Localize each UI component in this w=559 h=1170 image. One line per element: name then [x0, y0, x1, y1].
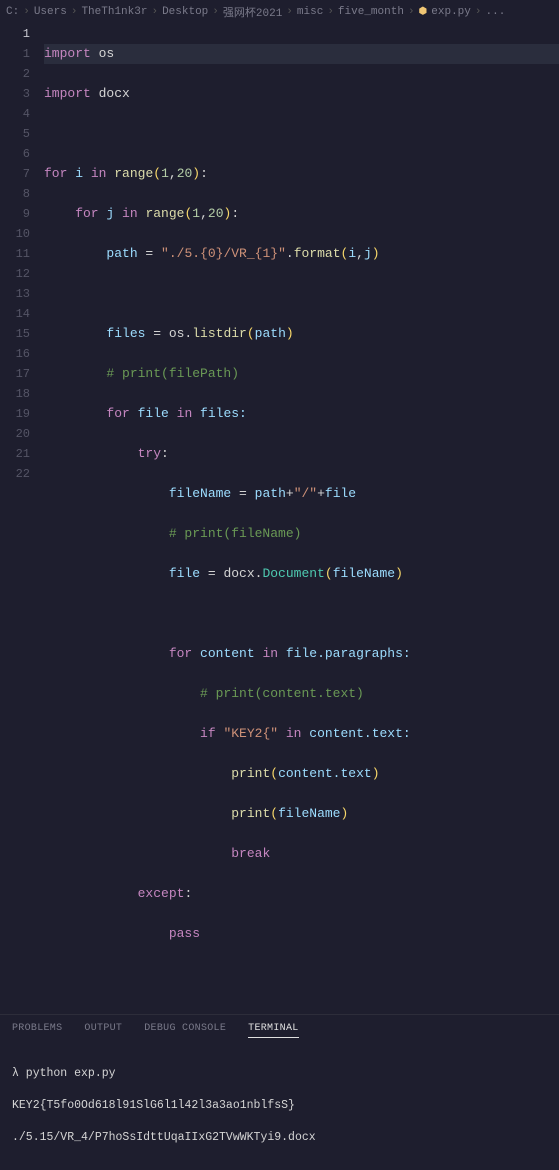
terminal-line: KEY2{T5fo0Od618l91SlG6l1l42l3a3ao1nblfsS…	[12, 1098, 547, 1114]
code-line: if "KEY2{" in content.text:	[44, 724, 559, 744]
breadcrumb-part[interactable]: misc	[297, 6, 323, 18]
line-number: 17	[0, 364, 30, 384]
chevron-right-icon: ›	[151, 6, 158, 18]
terminal-line: ./5.15/VR_4/P7hoSsIdttUqaIIxG2TVwWKTyi9.…	[12, 1130, 547, 1146]
chevron-right-icon: ›	[408, 6, 415, 18]
chevron-right-icon: ›	[23, 6, 30, 18]
code-line: fileName = path+"/"+file	[44, 484, 559, 504]
tab-terminal[interactable]: TERMINAL	[248, 1023, 298, 1038]
code-line: import docx	[44, 84, 559, 104]
code-line: # print(content.text)	[44, 684, 559, 704]
code-line: for j in range(1,20):	[44, 204, 559, 224]
line-number: 8	[0, 184, 30, 204]
chevron-right-icon: ›	[212, 6, 219, 18]
code-line: pass	[44, 924, 559, 944]
terminal-output[interactable]: λ python exp.py KEY2{T5fo0Od618l91SlG6l1…	[0, 1042, 559, 1170]
line-number: 5	[0, 124, 30, 144]
tab-output[interactable]: OUTPUT	[84, 1023, 122, 1038]
breadcrumb-trail: ...	[486, 6, 506, 18]
python-icon: ⬢	[419, 6, 428, 18]
line-number: 22	[0, 464, 30, 484]
breadcrumb-part[interactable]: five_month	[338, 6, 404, 18]
code-line: for i in range(1,20):	[44, 164, 559, 184]
breadcrumb-part[interactable]: TheTh1nk3r	[81, 6, 147, 18]
line-number: 19	[0, 404, 30, 424]
line-number: 1	[0, 44, 30, 64]
line-number: 18	[0, 384, 30, 404]
breadcrumb-part[interactable]: Users	[34, 6, 67, 18]
chevron-right-icon: ›	[327, 6, 334, 18]
code-line: files = os.listdir(path)	[44, 324, 559, 344]
line-number: 10	[0, 224, 30, 244]
line-number-current: 1	[0, 24, 30, 44]
code-line: for file in files:	[44, 404, 559, 424]
line-number: 4	[0, 104, 30, 124]
breadcrumb-part[interactable]: 强网杯2021	[223, 4, 282, 20]
line-number: 12	[0, 264, 30, 284]
code-line	[44, 604, 559, 624]
code-line: break	[44, 844, 559, 864]
tab-debug-console[interactable]: DEBUG CONSOLE	[144, 1023, 226, 1038]
line-number: 15	[0, 324, 30, 344]
line-number: 13	[0, 284, 30, 304]
panel-tabs: PROBLEMS OUTPUT DEBUG CONSOLE TERMINAL	[0, 1014, 559, 1042]
line-number: 3	[0, 84, 30, 104]
code-line: try:	[44, 444, 559, 464]
code-editor[interactable]: 1 1 2 3 4 5 6 7 8 9 10 11 12 13 14 15 16…	[0, 24, 559, 994]
code-line: # print(fileName)	[44, 524, 559, 544]
code-line	[44, 284, 559, 304]
breadcrumb-part[interactable]: C:	[6, 6, 19, 18]
code-line: print(content.text)	[44, 764, 559, 784]
line-number: 6	[0, 144, 30, 164]
line-number: 20	[0, 424, 30, 444]
code-line	[44, 124, 559, 144]
code-line: import os	[44, 44, 559, 64]
code-line: except:	[44, 884, 559, 904]
code-line: # print(filePath)	[44, 364, 559, 384]
chevron-right-icon: ›	[286, 6, 293, 18]
chevron-right-icon: ›	[475, 6, 482, 18]
breadcrumb-file[interactable]: exp.py	[431, 6, 471, 18]
line-number: 21	[0, 444, 30, 464]
line-number: 9	[0, 204, 30, 224]
line-number: 7	[0, 164, 30, 184]
line-number: 16	[0, 344, 30, 364]
code-line: file = docx.Document(fileName)	[44, 564, 559, 584]
breadcrumb[interactable]: C:› Users› TheTh1nk3r› Desktop› 强网杯2021›…	[0, 0, 559, 24]
line-number: 2	[0, 64, 30, 84]
tab-problems[interactable]: PROBLEMS	[12, 1023, 62, 1038]
line-number-gutter: 1 1 2 3 4 5 6 7 8 9 10 11 12 13 14 15 16…	[0, 24, 44, 984]
code-line: path = "./5.{0}/VR_{1}".format(i,j)	[44, 244, 559, 264]
code-line: for content in file.paragraphs:	[44, 644, 559, 664]
code-area[interactable]: import os import docx for i in range(1,2…	[44, 24, 559, 984]
line-number: 11	[0, 244, 30, 264]
terminal-line: λ python exp.py	[12, 1066, 547, 1082]
breadcrumb-part[interactable]: Desktop	[162, 6, 208, 18]
code-line: print(fileName)	[44, 804, 559, 824]
chevron-right-icon: ›	[71, 6, 78, 18]
line-number: 14	[0, 304, 30, 324]
